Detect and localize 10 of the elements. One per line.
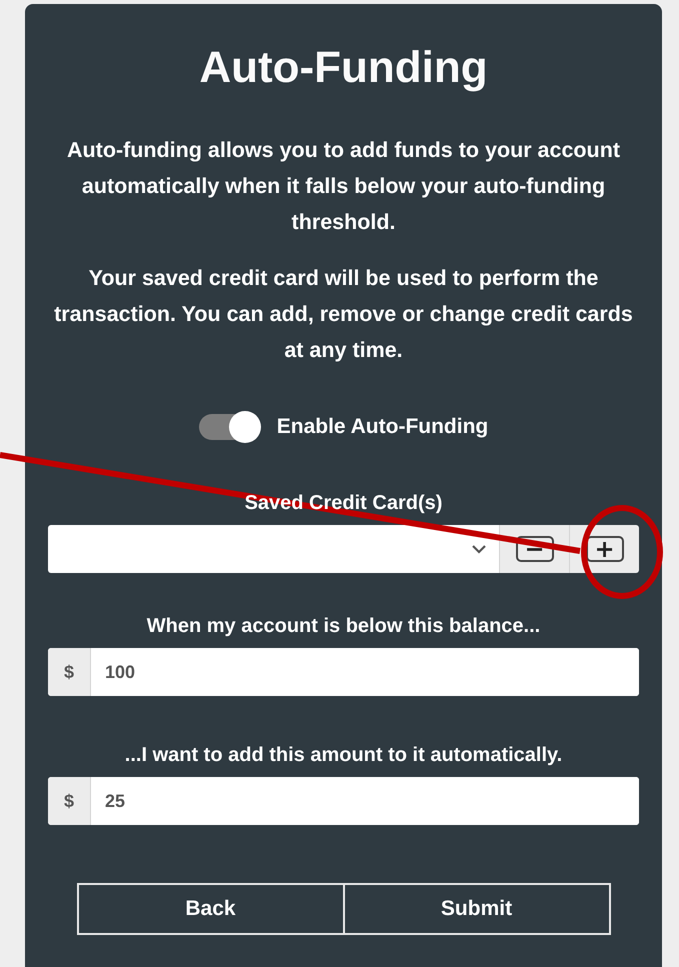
page-title: Auto-Funding (198, 42, 489, 94)
amount-field[interactable]: $ 25 (48, 777, 639, 825)
submit-button[interactable]: Submit (342, 883, 610, 935)
amount-field[interactable]: $ 100 (48, 648, 639, 696)
description-text: Auto-funding allows you to add funds to your account automatically when it falls below your auto-funding threshold. (66, 137, 621, 236)
field-label: ...I want to add this amount to it automatically. (124, 744, 564, 767)
toggle-label: Enable Auto-Funding (276, 415, 488, 439)
description-text: Your saved credit card will be used to perform the transaction. You can add, remove or change credit cards at any time. (53, 265, 634, 364)
field-label: When my account is below this balance... (146, 615, 542, 638)
back-button[interactable]: Back (76, 883, 344, 935)
